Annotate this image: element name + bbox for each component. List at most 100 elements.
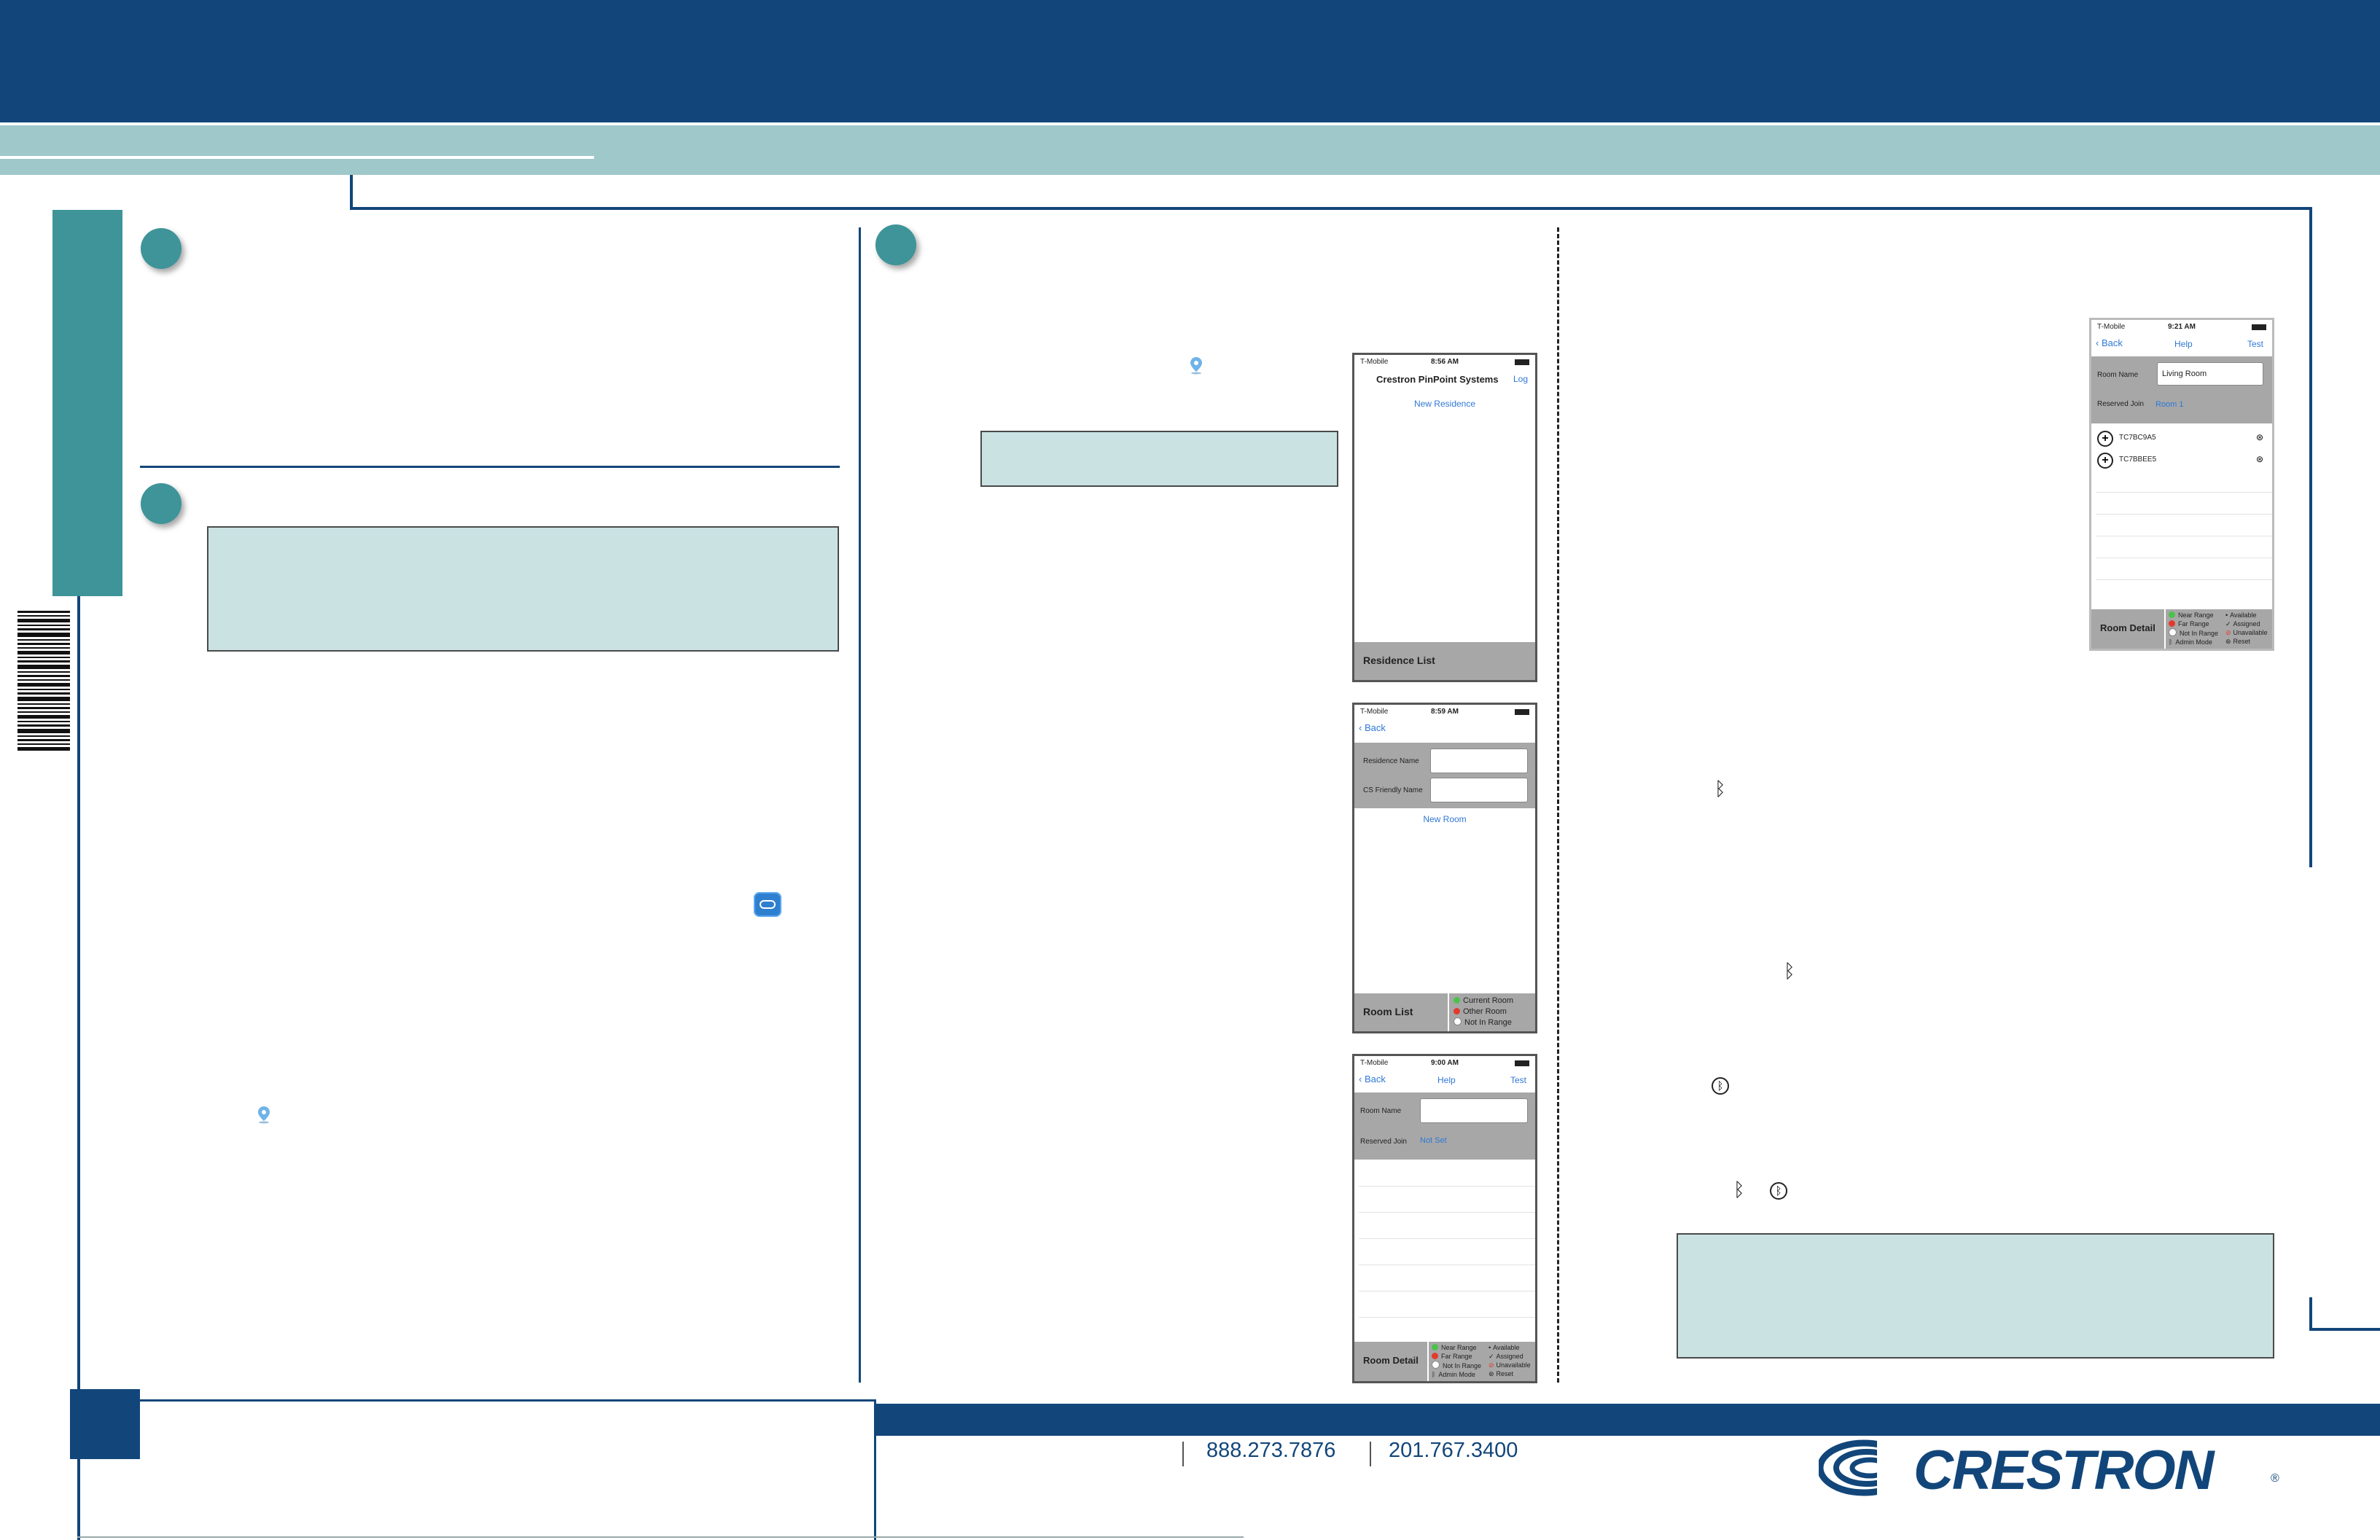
page-number-square <box>70 1389 140 1459</box>
app-icon <box>754 892 781 917</box>
footer-title: Room Detail <box>2100 622 2155 633</box>
location-pin-icon <box>1190 357 1202 375</box>
list-divider <box>1359 1186 1535 1187</box>
add-device-icon[interactable]: + <box>2097 431 2113 447</box>
list-divider <box>2096 579 2272 580</box>
legend-item: • Available <box>1489 1343 1531 1352</box>
dot-marker-icon: • <box>1489 1344 1491 1351</box>
subheader-bar <box>0 125 2380 175</box>
note-box-2 <box>980 431 1338 487</box>
legend-label: Far Range <box>2178 620 2209 628</box>
room-list-footer: Room List Current Room Other Room Not In… <box>1354 993 1535 1031</box>
status-bar: T-Mobile 9:00 AM <box>1354 1056 1535 1072</box>
room-form: Room Name Reserved Join Not Set <box>1354 1093 1535 1160</box>
test-button[interactable]: Test <box>1510 1075 1526 1085</box>
log-button[interactable]: Log <box>1513 374 1528 384</box>
list-divider <box>1359 1238 1535 1239</box>
back-button[interactable]: ‹ Back <box>2096 337 2123 348</box>
phone-room-list: T-Mobile 8:59 AM ‹ Back Residence Name C… <box>1352 703 1537 1033</box>
reserved-join-value[interactable]: Room 1 <box>2155 400 2184 409</box>
legend-item: Not In Range <box>2169 628 2218 638</box>
device-id: TC7BBEE5 <box>2119 456 2157 464</box>
legend-item: • Available <box>2225 611 2268 619</box>
chevron-left-icon: ‹ <box>1359 1074 1362 1084</box>
help-button[interactable]: Help <box>1437 1075 1456 1085</box>
back-button[interactable]: ‹ Back <box>1359 722 1386 733</box>
crestron-swirl-icon <box>1819 1437 1913 1498</box>
legend-item: Near Range <box>1432 1343 1481 1352</box>
add-device-icon[interactable]: + <box>2097 453 2113 469</box>
new-room-link[interactable]: New Room <box>1354 814 1535 824</box>
section-divider <box>140 466 840 468</box>
room-name-field[interactable] <box>1420 1098 1528 1123</box>
reset-icon: ⊛ <box>2255 454 2263 464</box>
list-divider <box>1359 1212 1535 1213</box>
status-legend: • Available ✓ Assigned ⊘ Unavailable ⊛ Reset <box>2225 611 2268 646</box>
legend-item: ⊘ Unavailable <box>2225 628 2268 637</box>
bluetooth-icon: ᛒ <box>1432 1371 1436 1378</box>
room-legend: Current Room Other Room Not In Range <box>1454 996 1513 1028</box>
device-row[interactable]: + TC7BC9A5 ⊛ <box>2097 429 2266 448</box>
bluetooth-icon: ᛒ <box>1733 1179 1745 1201</box>
time-label: 8:56 AM <box>1431 358 1459 366</box>
step-marker-1 <box>141 228 182 269</box>
test-button[interactable]: Test <box>2247 339 2263 349</box>
red-dot-icon <box>1432 1353 1438 1359</box>
legend-label: Other Room <box>1463 1007 1507 1016</box>
room-name-label: Room Name <box>2097 371 2139 379</box>
legend-item: ⊘ Unavailable <box>1489 1361 1531 1369</box>
list-divider <box>1359 1317 1535 1318</box>
crestron-wordmark: CRESTRON <box>1913 1439 2214 1501</box>
phone-number-2: 201.767.3400 <box>1389 1439 1518 1462</box>
footer-title: Residence List <box>1363 654 1435 666</box>
battery-icon <box>1515 1060 1529 1066</box>
room-form: Room Name Living Room Reserved Join Room… <box>2091 356 2272 423</box>
checkmark-icon: ✓ <box>2225 620 2231 628</box>
reserved-join-value[interactable]: Not Set <box>1420 1136 1447 1145</box>
device-row[interactable]: + TC7BBEE5 ⊛ <box>2097 451 2266 470</box>
legend-current-room: Current Room <box>1454 996 1513 1007</box>
reset-icon: ⊛ <box>1489 1370 1494 1377</box>
new-residence-link[interactable]: New Residence <box>1354 399 1535 409</box>
legend-item: ✓ Assigned <box>1489 1352 1531 1361</box>
back-button[interactable]: ‹ Back <box>1359 1074 1386 1084</box>
residence-list-footer: Residence List <box>1354 642 1535 680</box>
frame-right-rule-lower <box>2309 1297 2312 1331</box>
residence-form: Residence Name CS Friendly Name <box>1354 743 1535 808</box>
legend-item: Near Range <box>2169 611 2218 619</box>
room-detail-footer: Room Detail Near Range Far Range Not In … <box>1354 1342 1535 1381</box>
frame-top-rule <box>350 207 2311 210</box>
dot-marker-icon: • <box>2225 611 2228 619</box>
legend-label: Unavailable <box>2233 629 2268 636</box>
legend-not-in-range: Not In Range <box>1454 1017 1513 1028</box>
residence-name-field[interactable] <box>1430 748 1528 773</box>
legend-item: ✓ Assigned <box>2225 619 2268 628</box>
legend-label: Near Range <box>1441 1344 1477 1351</box>
side-tab <box>52 210 122 596</box>
phone-separator <box>1182 1442 1184 1466</box>
footer-title: Room Detail <box>1363 1355 1419 1366</box>
help-button[interactable]: Help <box>2174 339 2193 349</box>
step-marker-2 <box>141 483 182 524</box>
friendly-name-field[interactable] <box>1430 778 1528 802</box>
legend-label: Assigned <box>1496 1353 1523 1360</box>
legend-item: ⊛ Reset <box>2225 637 2268 646</box>
prohibited-icon: ⊘ <box>1489 1361 1494 1369</box>
empty-dot-icon <box>1432 1361 1440 1369</box>
status-bar: T-Mobile 9:21 AM <box>2091 320 2272 336</box>
reserved-join-label: Reserved Join <box>2097 400 2144 408</box>
back-label: Back <box>2101 337 2123 348</box>
frame-right-rule-foot <box>2309 1328 2380 1331</box>
legend-item: Not In Range <box>1432 1361 1481 1370</box>
note-box-3 <box>1677 1233 2274 1359</box>
footer-bottom-rule <box>77 1536 1244 1538</box>
footer-divider <box>1427 1342 1429 1381</box>
dashed-column-divider <box>1557 227 1559 1383</box>
legend-label: Admin Mode <box>1438 1371 1475 1378</box>
room-name-field[interactable]: Living Room <box>2157 362 2263 386</box>
legend-label: Available <box>2230 611 2257 619</box>
legend-label: Reset <box>2233 638 2251 645</box>
legend-label: Not In Range <box>2180 630 2219 637</box>
legend-item: Far Range <box>2169 619 2218 628</box>
legend-label: Assigned <box>2233 620 2260 628</box>
